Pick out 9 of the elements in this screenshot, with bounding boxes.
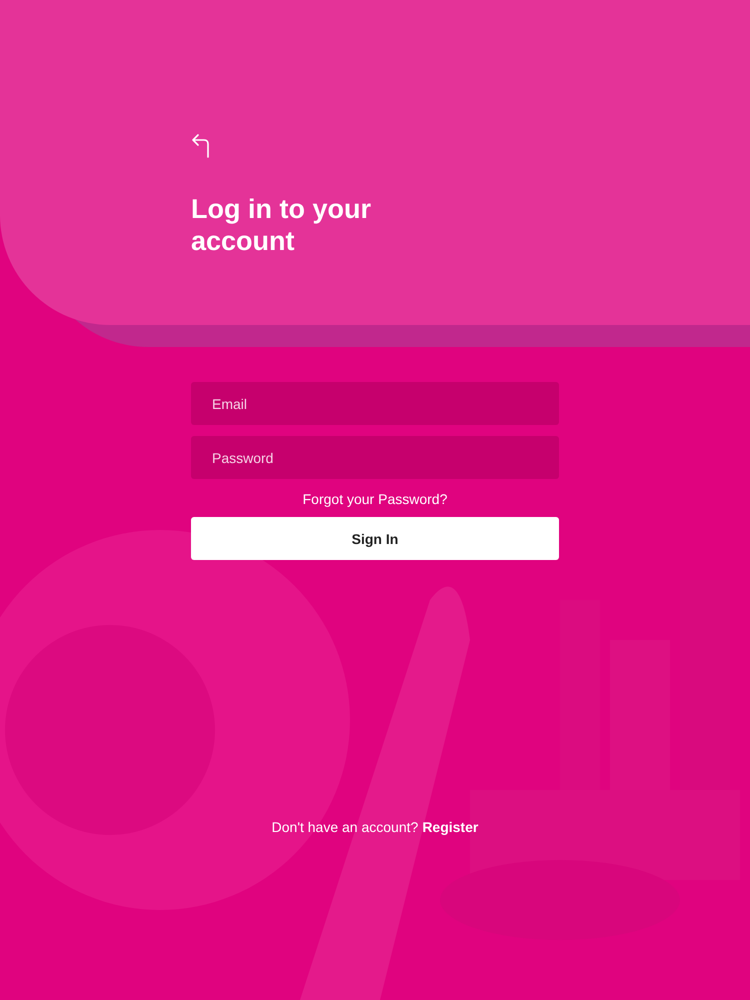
register-link[interactable]: Register	[422, 819, 478, 835]
register-prompt: Don't have an account?	[272, 819, 418, 835]
password-field[interactable]: Password	[191, 436, 559, 479]
back-arrow-icon	[190, 132, 212, 158]
back-button[interactable]	[190, 132, 212, 158]
email-field[interactable]: Email	[191, 382, 559, 425]
sign-in-button[interactable]: Sign In	[191, 517, 559, 560]
forgot-password-link[interactable]: Forgot your Password?	[302, 491, 448, 507]
page-title: Log in to your account	[191, 193, 372, 257]
